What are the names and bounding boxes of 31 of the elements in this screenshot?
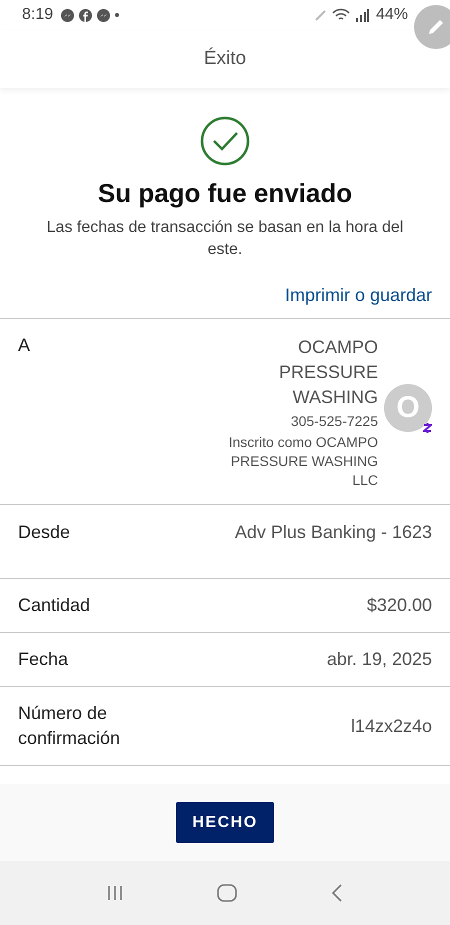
print-save-link[interactable]: Imprimir o guardar: [284, 285, 432, 306]
detail-value: abr. 19, 2025: [326, 649, 432, 670]
status-time: 8:19: [22, 6, 54, 24]
recipient-name: OCAMPO PRESSURE WASHING: [278, 336, 378, 409]
messenger-icon: [97, 8, 110, 22]
screen-title: Éxito: [204, 48, 246, 70]
recipient-enrolled: Inscrito como OCAMPO PRESSURE WASHING LLC: [228, 433, 378, 490]
detail-value: Adv Plus Banking - 1623: [234, 522, 432, 543]
detail-label: Desde: [18, 522, 70, 543]
detail-label: Cantidad: [18, 595, 90, 616]
messenger-icon: [61, 8, 74, 22]
detail-value: $320.00: [366, 595, 432, 616]
facebook-icon: [79, 8, 92, 22]
done-button[interactable]: HECHO: [176, 802, 274, 843]
home-icon[interactable]: [217, 884, 237, 902]
recent-apps-icon[interactable]: [107, 885, 123, 901]
battery-percent: 44%: [376, 6, 408, 24]
check-circle-icon: [200, 116, 250, 166]
detail-label: Número de confirmación: [18, 702, 122, 750]
detail-value: l14zx2z4o: [350, 716, 432, 736]
wifi-icon: [332, 8, 350, 22]
pencil-icon: [427, 18, 445, 36]
signal-icon: [354, 8, 369, 22]
timezone-note: Las fechas de transacción se basan en la hora del este.: [46, 218, 404, 260]
recipient-label: A: [18, 335, 30, 357]
z-badge-icon: [423, 422, 432, 434]
success-heading: Su pago fue enviado: [98, 178, 352, 209]
recipient-phone: 305-525-7225: [290, 412, 378, 431]
back-icon[interactable]: [331, 884, 343, 902]
detail-label: Fecha: [18, 649, 68, 670]
dot-icon: [115, 13, 120, 17]
